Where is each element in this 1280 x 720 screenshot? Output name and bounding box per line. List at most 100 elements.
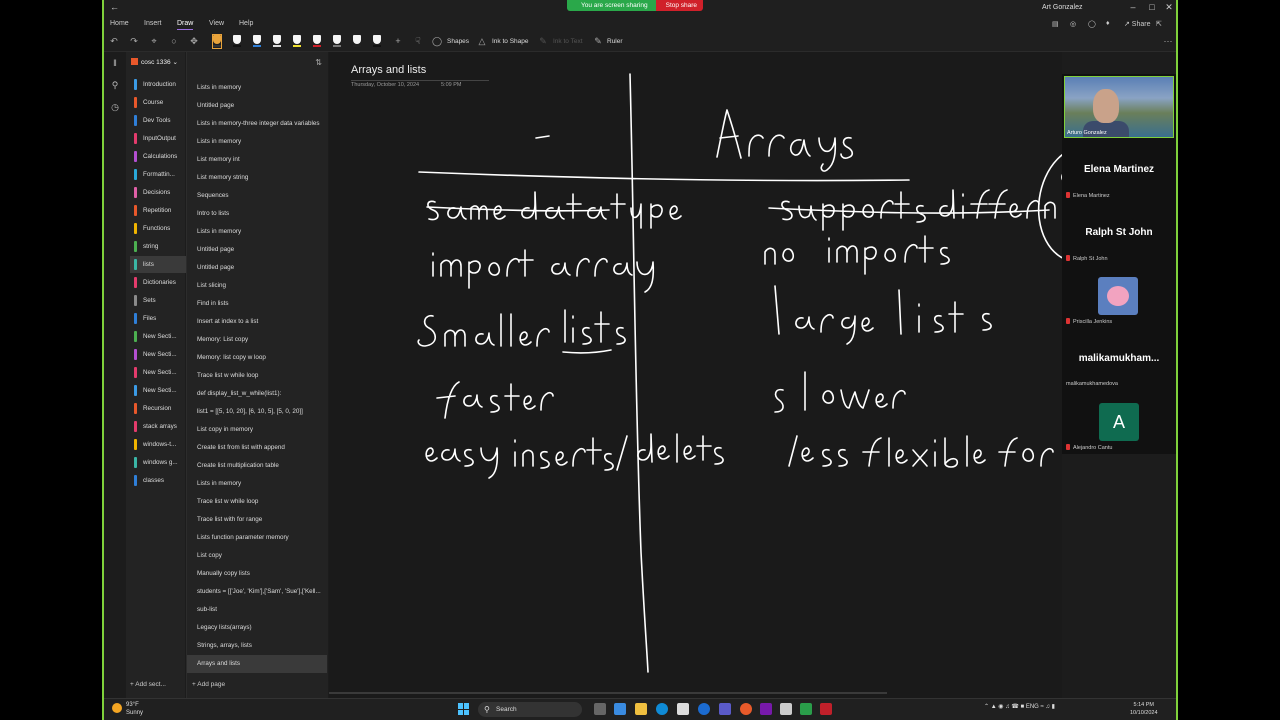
pen-red-icon[interactable] <box>313 35 321 48</box>
bell-icon[interactable]: ♦ <box>1106 20 1110 27</box>
edge-icon[interactable] <box>656 703 668 715</box>
onenote-icon[interactable] <box>760 703 772 715</box>
add-page-button[interactable]: + Add page <box>192 681 225 688</box>
page-item[interactable]: List slicing <box>187 277 327 295</box>
page-item[interactable]: Untitled page <box>187 241 327 259</box>
section-item[interactable]: Dictionaries <box>130 274 186 291</box>
page-item[interactable]: Lists in memory <box>187 79 327 97</box>
page-item[interactable]: Create list multiplication table <box>187 457 327 475</box>
section-item[interactable]: Functions <box>130 220 186 237</box>
section-item[interactable]: Sets <box>130 292 186 309</box>
maximize-icon[interactable]: □ <box>1145 2 1159 12</box>
tab-home[interactable]: Home <box>110 20 129 27</box>
shapes-button[interactable]: Shapes <box>447 38 469 45</box>
page-item[interactable]: Memory: List copy <box>187 331 327 349</box>
section-item[interactable]: Recursion <box>130 400 186 417</box>
minimize-icon[interactable]: – <box>1126 2 1140 12</box>
expand-icon[interactable]: ⇱ <box>1156 20 1162 28</box>
page-item[interactable]: Lists in memory <box>187 133 327 151</box>
eraser-icon[interactable]: ○ <box>168 36 180 46</box>
section-item[interactable]: classes <box>130 472 186 489</box>
pen-gray-icon[interactable] <box>333 35 341 48</box>
ink-to-shape-button[interactable]: Ink to Shape <box>492 38 529 45</box>
pen-selected-icon[interactable] <box>212 34 222 49</box>
task-view-icon[interactable] <box>594 703 606 715</box>
lasso-select-icon[interactable]: ⌖ <box>148 36 160 47</box>
sort-icon[interactable]: ⇅ <box>315 58 322 67</box>
section-item[interactable]: windows-t... <box>130 436 186 453</box>
notebook-icon[interactable]: ▤ <box>1052 20 1059 28</box>
search-icon[interactable]: ⚲ <box>109 80 121 92</box>
section-item[interactable]: New Secti... <box>130 328 186 345</box>
record-icon[interactable] <box>820 703 832 715</box>
language-indicator[interactable]: ENG <box>1026 704 1039 710</box>
section-item[interactable]: Calculations <box>130 148 186 165</box>
page-item[interactable]: Memory: list copy w loop <box>187 349 327 367</box>
tab-help[interactable]: Help <box>239 20 253 27</box>
store-icon[interactable] <box>677 703 689 715</box>
page-item[interactable]: Legacy lists(arrays) <box>187 619 327 637</box>
add-section-button[interactable]: + Add sect... <box>130 681 166 688</box>
section-item[interactable]: stack arrays <box>130 418 186 435</box>
page-item[interactable]: List memory int <box>187 151 327 169</box>
pen-blue-icon[interactable] <box>253 35 261 48</box>
page-item[interactable]: Insert at index to a list <box>187 313 327 331</box>
self-video-tile[interactable]: Arturo Gonzalez <box>1064 76 1174 138</box>
page-item[interactable]: Find in lists <box>187 295 327 313</box>
page-item[interactable]: list1 = [[5, 10, 20], [6, 10, 5], [5, 0,… <box>187 403 327 421</box>
tab-draw[interactable]: Draw <box>177 20 194 30</box>
teams-icon[interactable] <box>719 703 731 715</box>
page-item[interactable]: Lists in memory-three integer data varia… <box>187 115 327 133</box>
section-item[interactable]: Introduction <box>130 76 186 93</box>
ruler-button[interactable]: Ruler <box>607 38 623 45</box>
copilot-icon[interactable] <box>614 703 626 715</box>
page-item[interactable]: Lists in memory <box>187 223 327 241</box>
horizontal-scrollbar[interactable] <box>329 692 887 694</box>
section-item[interactable]: Files <box>130 310 186 327</box>
tab-view[interactable]: View <box>209 20 224 27</box>
zoom-icon[interactable] <box>698 703 710 715</box>
chrome-icon[interactable] <box>740 703 752 715</box>
back-arrow-icon[interactable]: ← <box>110 2 120 12</box>
account-name[interactable]: Art Gonzalez <box>1042 4 1082 11</box>
section-item[interactable]: New Secti... <box>130 346 186 363</box>
page-item[interactable]: List memory string <box>187 169 327 187</box>
notebook-selector[interactable]: cosc 1336 ⌄ <box>131 58 178 66</box>
page-item[interactable]: List copy <box>187 547 327 565</box>
pen-white-icon[interactable] <box>273 35 281 48</box>
stop-share-button[interactable]: Stop share <box>655 0 704 11</box>
page-canvas[interactable]: Arrays and lists Thursday, October 10, 2… <box>329 52 1062 698</box>
weather-widget[interactable]: 93°F Sunny <box>112 701 143 717</box>
pen-black-2-icon[interactable] <box>373 35 381 48</box>
page-item[interactable]: Manually copy lists <box>187 565 327 583</box>
page-item[interactable]: Create list from list with append <box>187 439 327 457</box>
section-item[interactable]: lists <box>130 256 186 273</box>
section-item[interactable]: string <box>130 238 186 255</box>
section-item[interactable]: Course <box>130 94 186 111</box>
shapes-icon[interactable]: ◯ <box>431 36 443 47</box>
section-item[interactable]: Formattin... <box>130 166 186 183</box>
page-item[interactable]: Trace list w while loop <box>187 493 327 511</box>
section-item[interactable]: InputOutput <box>130 130 186 147</box>
page-item[interactable]: Intro to lists <box>187 205 327 223</box>
recent-icon[interactable]: ◷ <box>109 102 121 114</box>
page-item[interactable]: Untitled page <box>187 97 327 115</box>
close-icon[interactable]: ✕ <box>1162 2 1176 13</box>
redo-icon[interactable]: ↷ <box>128 36 140 47</box>
page-item[interactable]: Sequences <box>187 187 327 205</box>
tag-icon[interactable]: ◎ <box>1070 20 1076 28</box>
section-item[interactable]: windows g... <box>130 454 186 471</box>
page-item[interactable]: def display_list_w_while(list1): <box>187 385 327 403</box>
page-item[interactable]: Lists in memory <box>187 475 327 493</box>
system-tray[interactable]: ⌃ ▲ ◉ ♫ ☎ ■ ENG ≈ ♫ ▮ <box>984 703 1055 710</box>
page-item[interactable]: Lists function parameter memory <box>187 529 327 547</box>
share-icon[interactable]: ↗ Share <box>1124 20 1151 28</box>
excel-icon[interactable] <box>800 703 812 715</box>
page-item[interactable]: sub-list <box>187 601 327 619</box>
app-icon[interactable] <box>780 703 792 715</box>
more-options-icon[interactable]: ⋯ <box>1162 36 1174 47</box>
section-item[interactable]: Dev Tools <box>130 112 186 129</box>
taskbar-clock[interactable]: 5:14 PM 10/10/2024 <box>1130 701 1158 717</box>
section-item[interactable]: Decisions <box>130 184 186 201</box>
taskbar-search[interactable]: ⚲ Search <box>478 702 582 717</box>
